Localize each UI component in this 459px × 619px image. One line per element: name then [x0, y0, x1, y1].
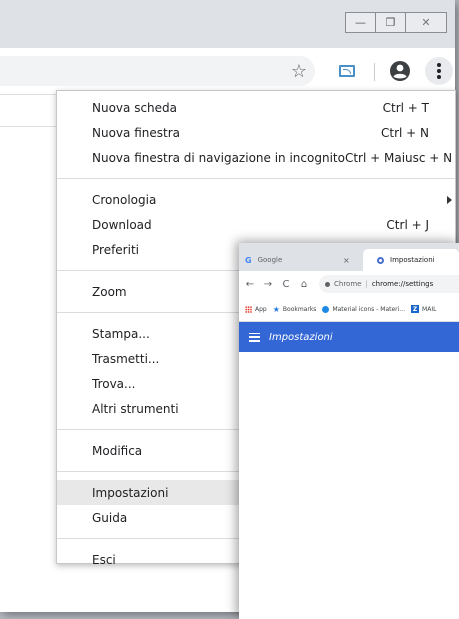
chrome-page-icon [325, 281, 330, 287]
back-icon[interactable]: ← [243, 279, 257, 290]
menu-item-new-window[interactable]: Nuova finestra Ctrl + N [57, 120, 455, 145]
shortcut-label: Ctrl + J [386, 217, 429, 232]
more-vert-icon[interactable] [425, 57, 453, 85]
minimize-icon: — [355, 16, 366, 29]
tab-label: Google [257, 256, 283, 264]
address-bar[interactable]: Chrome | chrome://settings [319, 275, 459, 293]
bookmark-bookmarks[interactable]: ★ Bookmarks [273, 305, 317, 314]
toolbar-divider [374, 63, 375, 81]
maximize-button[interactable]: ❐ [375, 12, 406, 33]
menu-item-downloads[interactable]: Download Ctrl + J [57, 212, 455, 237]
url-separator: | [365, 280, 368, 288]
bookmark-mail[interactable]: Z MAIL [411, 305, 436, 313]
submenu-arrow-icon [447, 195, 452, 204]
apps-grid-icon [245, 305, 252, 313]
material-icons-icon [322, 305, 330, 313]
menu-item-new-tab[interactable]: Nuova scheda Ctrl + T [57, 95, 455, 120]
url-origin: Chrome [334, 280, 362, 288]
maximize-icon: ❐ [385, 16, 396, 29]
address-bar[interactable] [0, 56, 315, 86]
tab-label: Impostazioni [390, 256, 435, 264]
tab-google[interactable]: G Google × [239, 249, 359, 271]
close-icon[interactable]: × [343, 256, 350, 265]
tab-settings[interactable]: Impostazioni [363, 249, 459, 271]
home-icon[interactable]: ⌂ [297, 279, 311, 290]
title-bar: — ❐ ✕ [0, 0, 455, 48]
menu-item-incognito-window[interactable]: Nuova finestra di navigazione in incogni… [57, 145, 455, 170]
cast-icon[interactable] [335, 59, 359, 83]
window-controls: — ❐ ✕ [345, 12, 447, 33]
star-icon: ★ [272, 304, 280, 314]
shortcut-label: Ctrl + Maiusc + N [344, 150, 453, 165]
bookmarks-bar: App ★ Bookmarks Material icons - Materi.… [239, 297, 459, 322]
settings-window-preview: G Google × Impostazioni ← → C ⌂ Chrome |… [239, 243, 459, 619]
page-title: Impostazioni [269, 331, 333, 343]
shortcut-label: Ctrl + T [382, 100, 429, 115]
menu-icon[interactable] [249, 332, 260, 342]
menu-item-history[interactable]: Cronologia [57, 187, 455, 212]
account-circle-icon[interactable] [389, 60, 411, 82]
zimbra-icon: Z [411, 305, 420, 313]
navigation-bar: ← → C ⌂ Chrome | chrome://settings [239, 271, 459, 297]
reload-icon[interactable]: C [279, 279, 293, 290]
url-path: chrome://settings [371, 280, 434, 288]
star-icon[interactable]: ☆ [287, 59, 311, 83]
minimize-button[interactable]: — [345, 12, 376, 33]
forward-icon[interactable]: → [261, 279, 275, 290]
menu-divider [57, 178, 455, 179]
tab-strip: G Google × Impostazioni [239, 243, 459, 271]
close-icon: ✕ [421, 16, 431, 29]
bookmark-material-icons[interactable]: Material icons - Materi... [322, 305, 405, 313]
close-button[interactable]: ✕ [405, 12, 447, 33]
shortcut-label: Ctrl + N [380, 125, 429, 140]
toolbar: ☆ [0, 48, 455, 95]
settings-header: Impostazioni [239, 322, 459, 352]
gear-icon [377, 256, 384, 264]
google-g-icon: G [245, 255, 252, 265]
bookmark-apps[interactable]: App [245, 305, 267, 313]
page-divider [0, 126, 60, 127]
